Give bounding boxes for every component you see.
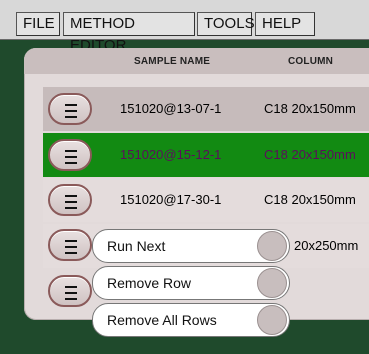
menu-method-editor[interactable]: METHOD EDITOR xyxy=(63,12,195,54)
menu-item-label: Remove Row xyxy=(107,275,192,291)
sample-name-cell: 151020@17-30-1 xyxy=(120,192,222,207)
menu-icon xyxy=(65,286,77,300)
row-menu-button[interactable] xyxy=(48,139,92,171)
menu-file[interactable]: FILE xyxy=(16,12,60,36)
menu-item-knob xyxy=(257,305,287,335)
menu-item-run-next[interactable]: Run Next xyxy=(92,229,290,263)
column-cell: C18 20x150mm xyxy=(264,147,356,162)
column-cell: C18 20x150mm xyxy=(264,192,356,207)
menu-icon xyxy=(65,240,77,254)
menu-icon xyxy=(65,104,77,118)
menu-item-label: Run Next xyxy=(107,238,166,254)
row-menu-button[interactable] xyxy=(48,93,92,125)
header-column: COLUMN xyxy=(288,56,334,67)
menu-bar: FILE METHOD EDITOR TOOLS HELP xyxy=(0,0,369,54)
column-cell: C18 20x150mm xyxy=(264,101,356,116)
header-sample-name: SAMPLE NAME xyxy=(134,56,211,67)
menu-tools[interactable]: TOOLS xyxy=(197,12,255,36)
menu-item-label: Remove All Rows xyxy=(107,312,217,328)
column-cell: 20x250mm xyxy=(294,238,359,253)
sample-name-cell: 151020@13-07-1 xyxy=(120,101,222,116)
menu-item-knob xyxy=(257,231,287,261)
row-menu-button[interactable] xyxy=(48,275,92,307)
row-menu-button[interactable] xyxy=(48,229,92,261)
menu-item-knob xyxy=(257,268,287,298)
menu-item-remove-row[interactable]: Remove Row xyxy=(92,266,290,300)
row-menu-button[interactable] xyxy=(48,184,92,216)
menu-item-remove-all-rows[interactable]: Remove All Rows xyxy=(92,303,290,337)
sample-name-cell: 151020@15-12-1 xyxy=(120,147,222,162)
menu-icon xyxy=(65,150,77,164)
menu-help[interactable]: HELP xyxy=(255,12,315,36)
menu-icon xyxy=(65,195,77,209)
